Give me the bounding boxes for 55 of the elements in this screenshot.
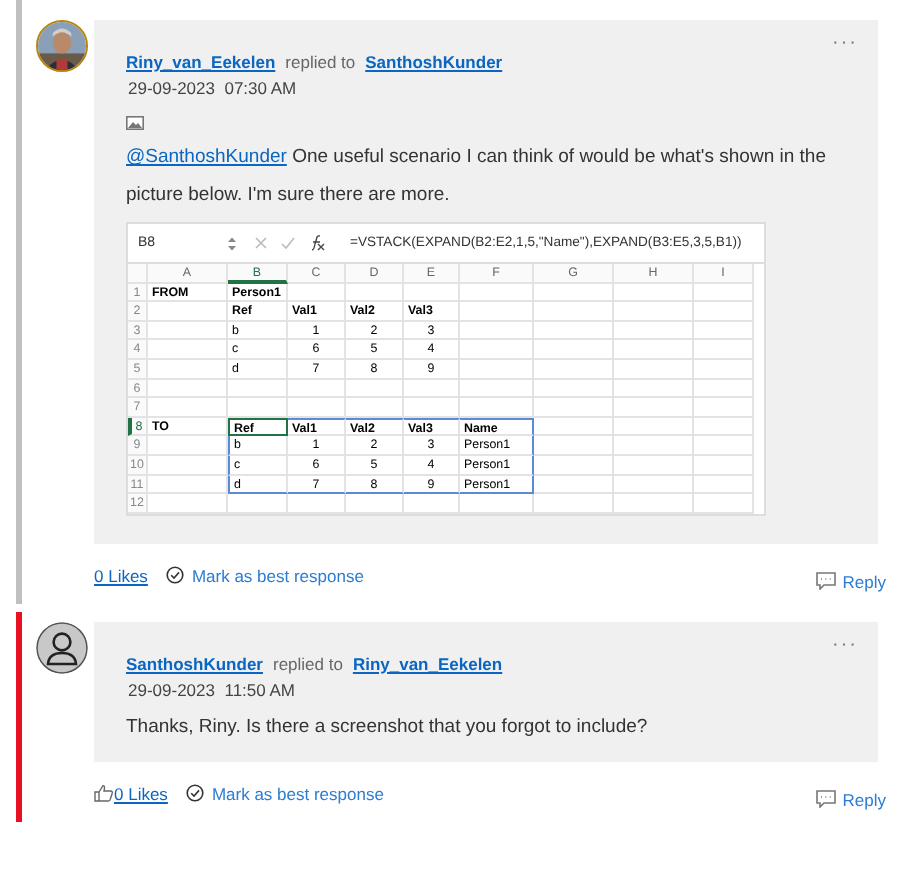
sheet-cell [534, 321, 614, 341]
sheet-cell [614, 379, 694, 399]
sheet-cell [694, 359, 754, 380]
sheet-cell [148, 398, 228, 418]
sheet-cell [614, 340, 694, 360]
reply-button[interactable]: Reply [816, 571, 886, 592]
stepper-icon [222, 235, 242, 251]
best-response-link[interactable]: Mark as best response [191, 565, 364, 586]
author-link[interactable]: SanthoshKunder [126, 653, 263, 674]
best-response-link[interactable]: Mark as best response [211, 783, 384, 804]
post-text: @SanthoshKunder One useful scenario I can think of would be what's shown in the picture below. I'm sure there are more. [126, 144, 828, 210]
comment-icon [816, 572, 837, 591]
sheet-cell [534, 359, 614, 380]
sheet-cell [534, 283, 614, 303]
more-options-button[interactable]: ··· [832, 633, 858, 656]
sheet-cell [534, 302, 614, 322]
check-icon[interactable] [280, 236, 296, 250]
sheet-cell [614, 321, 694, 341]
sheet-cell [148, 359, 228, 380]
sheet-cell [148, 340, 228, 360]
function-icon[interactable] [308, 234, 326, 252]
author-link[interactable]: Riny_van_Eekelen [126, 52, 276, 72]
sheet-cell [148, 321, 228, 341]
sheet-cell [614, 398, 694, 418]
recipient-link[interactable]: Riny_van_Eekelen [352, 653, 503, 674]
avatar-icon [36, 621, 88, 674]
post-date: 29-09-2023 07:30 AM [128, 78, 299, 98]
sheet-cell [694, 398, 754, 418]
replied-label: replied to [272, 653, 343, 674]
sheet-cell [694, 379, 754, 399]
mention-link[interactable]: @SanthoshKunder [126, 146, 287, 168]
sheet-cell [534, 379, 614, 399]
post-text: Thanks, Riny. Is there a screenshot that you forgot to include? [126, 713, 650, 742]
likes-link[interactable]: 0 Likes [94, 565, 148, 586]
check-circle-icon[interactable] [185, 784, 204, 803]
sheet-cell [694, 321, 754, 341]
sheet-cell [534, 340, 614, 360]
thumbs-up-icon[interactable] [94, 784, 114, 803]
sheet-cell [148, 302, 228, 322]
check-circle-icon[interactable] [165, 566, 184, 585]
sheet-cell [534, 398, 614, 418]
sheet-cell [148, 379, 228, 399]
sheet-cell [614, 283, 694, 303]
sheet-cell [694, 340, 754, 360]
replied-label: replied to [285, 52, 356, 72]
sheet-cell [614, 302, 694, 322]
recipient-link[interactable]: SanthoshKunder [365, 52, 503, 72]
more-options-button[interactable]: ··· [832, 32, 858, 54]
sheet-cell [614, 359, 694, 380]
reply-button[interactable]: Reply [816, 789, 886, 810]
comment-icon [816, 790, 837, 809]
post-date: 29-09-2023 11:50 AM [128, 679, 298, 700]
sheet-cell [694, 283, 754, 303]
likes-link[interactable]: 0 Likes [114, 783, 168, 804]
sheet-cell [694, 302, 754, 322]
